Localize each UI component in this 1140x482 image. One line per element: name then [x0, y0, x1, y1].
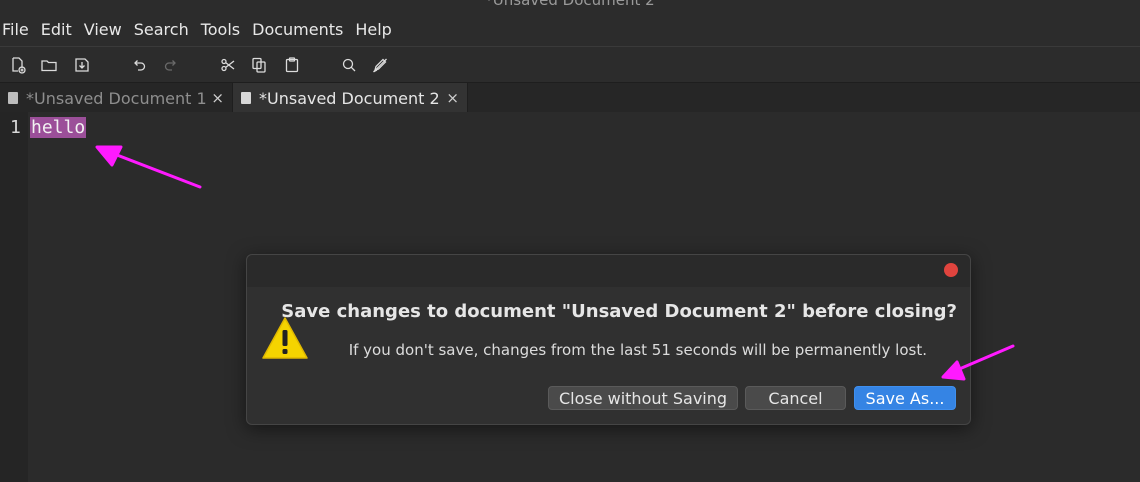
document-icon	[8, 92, 18, 104]
copy-icon[interactable]	[247, 53, 271, 77]
tab-unsaved-document-1[interactable]: *Unsaved Document 1 ×	[0, 83, 232, 113]
search-icon[interactable]	[337, 53, 361, 77]
menu-tools[interactable]: Tools	[195, 14, 246, 46]
open-folder-icon[interactable]	[37, 53, 61, 77]
save-icon[interactable]	[70, 53, 94, 77]
document-icon	[241, 92, 251, 104]
selected-text[interactable]: hello	[30, 117, 87, 138]
tab-label: *Unsaved Document 2	[259, 88, 440, 108]
menu-search[interactable]: Search	[128, 14, 195, 46]
redo-icon	[159, 53, 183, 77]
dialog-title: Save changes to document "Unsaved Docume…	[281, 301, 957, 322]
toolbar	[0, 46, 1140, 83]
window-titlebar: *Unsaved Document 2	[0, 0, 1140, 14]
save-as-button[interactable]: Save As...	[854, 386, 956, 410]
window-title: *Unsaved Document 2	[485, 0, 655, 9]
new-document-icon[interactable]	[6, 53, 30, 77]
tab-unsaved-document-2[interactable]: *Unsaved Document 2 ×	[232, 83, 468, 113]
cancel-button[interactable]: Cancel	[745, 386, 846, 410]
close-tab-icon[interactable]: ×	[446, 89, 459, 107]
dialog-message: If you don't save, changes from the last…	[348, 341, 927, 359]
menu-help[interactable]: Help	[349, 14, 397, 46]
undo-icon[interactable]	[127, 53, 151, 77]
line-number: 1	[10, 117, 21, 138]
close-dialog-icon[interactable]	[944, 263, 958, 277]
menubar: File Edit View Search Tools Documents He…	[0, 14, 1140, 46]
paste-icon[interactable]	[280, 53, 304, 77]
dialog-header	[247, 255, 970, 287]
close-without-saving-button[interactable]: Close without Saving	[548, 386, 738, 410]
line-number-gutter: 1	[0, 112, 28, 482]
save-changes-dialog: Save changes to document "Unsaved Docume…	[246, 254, 971, 425]
edit-pen-icon[interactable]	[368, 53, 392, 77]
tab-bar: *Unsaved Document 1 × *Unsaved Document …	[0, 82, 1140, 114]
menu-view[interactable]: View	[78, 14, 128, 46]
cut-icon[interactable]	[216, 53, 240, 77]
menu-edit[interactable]: Edit	[35, 14, 78, 46]
close-tab-icon[interactable]: ×	[211, 89, 224, 107]
editor-line[interactable]: hello	[30, 117, 87, 138]
menu-file[interactable]: File	[0, 14, 35, 46]
menu-documents[interactable]: Documents	[246, 14, 349, 46]
tab-label: *Unsaved Document 1	[26, 88, 207, 108]
